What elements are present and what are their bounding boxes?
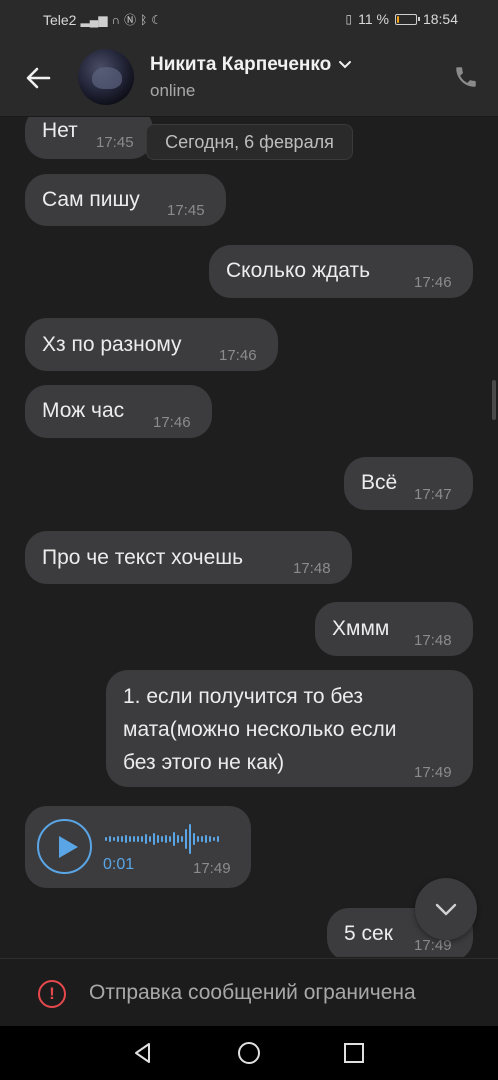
message-bubble-incoming[interactable]: Про че текст хочешь 17:48: [25, 531, 352, 584]
waveform-bar: [189, 823, 191, 855]
message-time: 17:46: [414, 274, 452, 291]
restricted-label: Отправка сообщений ограничена: [89, 981, 416, 1004]
message-time: 17:49: [414, 764, 452, 781]
status-bar: Tele2 ▂▄▆ ∩ Ⓝ ᛒ ☾ ▯ 11 % 18:54: [0, 0, 498, 40]
message-line: мата(можно несколько если: [123, 718, 397, 741]
play-icon[interactable]: [37, 819, 92, 874]
battery-percent: 11 %: [358, 11, 389, 27]
waveform-bar: [141, 835, 143, 843]
waveform-bar: [133, 835, 135, 843]
message-line: 1. если получится то без: [123, 685, 363, 708]
message-bubble-incoming[interactable]: Хз по разному 17:46: [25, 318, 278, 371]
waveform-bar: [113, 837, 115, 841]
waveform-bar: [197, 835, 199, 843]
nav-back-icon[interactable]: [130, 1040, 156, 1066]
message-time: 17:45: [167, 202, 205, 219]
scrollbar[interactable]: [492, 380, 496, 420]
waveform-bar: [125, 834, 127, 844]
waveform-bar: [137, 836, 139, 842]
waveform-bar: [121, 836, 123, 842]
message-text: Всё: [361, 471, 398, 494]
headphones-icon: ∩: [111, 12, 121, 27]
waveform-bar: [117, 835, 119, 843]
message-time: 17:45: [96, 134, 134, 151]
voice-duration: 0:01: [103, 856, 135, 873]
message-text: Нет: [42, 119, 78, 142]
clock: 18:54: [422, 11, 458, 27]
message-text: Про че текст хочешь: [42, 546, 244, 569]
waveform-bar: [173, 832, 175, 846]
waveform-bar: [209, 836, 211, 842]
message-time: 17:48: [293, 560, 331, 577]
date-separator: Сегодня, 6 февраля: [146, 124, 353, 160]
chat-header: Никита Карпеченко online: [0, 40, 498, 117]
waveform-bar: [201, 836, 203, 842]
waveform-bar: [165, 834, 167, 844]
waveform-bar: [161, 836, 163, 842]
do-not-disturb-icon: ☾: [151, 12, 163, 27]
message-time: 17:48: [414, 632, 452, 649]
nav-home-icon[interactable]: [236, 1040, 262, 1066]
status-bar-right: ▯ 11 % 18:54: [345, 11, 458, 27]
battery-icon: [394, 13, 420, 25]
waveform-bar: [105, 837, 107, 841]
message-bubble-outgoing[interactable]: Сколько ждать 17:46: [209, 245, 473, 298]
warning-icon: !: [38, 980, 66, 1008]
waveform-bar: [157, 834, 159, 844]
waveform-bar: [169, 835, 171, 843]
vibrate-icon: ▯: [345, 12, 353, 26]
contact-name[interactable]: Никита Карпеченко: [150, 54, 353, 76]
bluetooth-icon: ᛒ: [140, 12, 148, 27]
waveform-bar: [129, 836, 131, 842]
scroll-down-button[interactable]: [415, 878, 477, 940]
message-text: Хз по разному: [42, 333, 182, 356]
waveform-bar: [177, 834, 179, 844]
contact-name-text: Никита Карпеченко: [150, 54, 332, 75]
chevron-down-icon: [339, 61, 352, 69]
message-line: без этого не как): [123, 751, 285, 774]
message-bubble-incoming[interactable]: Сам пишу 17:45: [25, 174, 226, 226]
message-time: 17:46: [153, 414, 191, 431]
waveform-bar: [213, 837, 215, 841]
message-bubble-outgoing[interactable]: Хммм 17:48: [315, 602, 473, 656]
waveform-bar: [181, 836, 183, 842]
contact-status: online: [150, 81, 196, 100]
message-text: Сам пишу: [42, 188, 140, 211]
waveform-bar: [153, 833, 155, 845]
audio-waveform[interactable]: [105, 822, 219, 856]
waveform-bar: [217, 836, 219, 842]
waveform-bar: [149, 835, 151, 843]
voice-message-bubble[interactable]: 0:01 17:49: [25, 806, 251, 888]
message-time: 17:47: [414, 486, 452, 503]
waveform-bar: [205, 834, 207, 844]
message-time: 17:49: [193, 860, 231, 877]
messaging-restricted-bar: ! Отправка сообщений ограничена: [0, 958, 498, 1026]
back-arrow-icon[interactable]: [22, 62, 54, 94]
message-bubble-incoming[interactable]: Мож час 17:46: [25, 385, 212, 438]
avatar[interactable]: [78, 49, 134, 105]
message-text: 5 сек: [344, 922, 393, 945]
message-time: 17:46: [219, 347, 257, 364]
status-bar-left: Tele2 ▂▄▆ ∩ Ⓝ ᛒ ☾: [43, 11, 162, 28]
message-bubble-outgoing[interactable]: 1. если получится то без мата(можно неск…: [106, 670, 473, 787]
nav-recents-icon[interactable]: [341, 1040, 367, 1066]
message-text: Сколько ждать: [226, 259, 371, 282]
waveform-bar: [185, 828, 187, 850]
message-bubble-incoming[interactable]: Нет 17:45: [25, 117, 153, 159]
message-bubble-outgoing[interactable]: Всё 17:47: [344, 457, 473, 510]
system-navigation-bar: [0, 1026, 498, 1080]
nfc-icon: Ⓝ: [124, 13, 137, 27]
message-text: Мож час: [42, 399, 125, 422]
carrier-label: Tele2: [43, 11, 77, 28]
message-text: 1. если получится то без мата(можно неск…: [123, 680, 396, 779]
phone-icon[interactable]: [453, 64, 479, 90]
message-list[interactable]: Нет 17:45 Сегодня, 6 февраля Сам пишу 17…: [0, 117, 498, 957]
message-text: Хммм: [332, 617, 390, 640]
waveform-bar: [193, 833, 195, 845]
signal-icon: ▂▄▆: [80, 12, 108, 27]
waveform-bar: [109, 836, 111, 842]
waveform-bar: [145, 833, 147, 845]
chevron-down-icon: [435, 903, 457, 916]
